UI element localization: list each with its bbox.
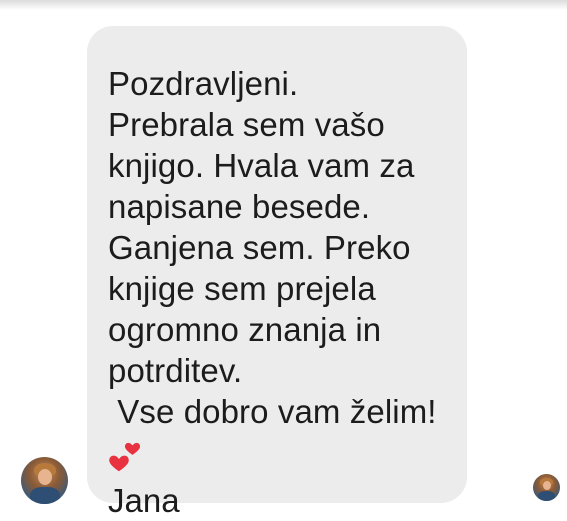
message-line: Pozdravljeni. [108,65,299,102]
message-bubble[interactable]: Pozdravljeni. Prebrala sem vašo knjigo. … [87,26,467,519]
chat-screen: Pozdravljeni. Prebrala sem vašo knjigo. … [0,0,567,521]
sender-avatar[interactable] [21,457,68,504]
top-bar-shadow [0,0,567,10]
message-line: potrditev. [108,352,243,389]
message-line: napisane besede. [108,188,371,225]
message-signature: Jana [108,482,180,519]
heart-icon [109,455,129,472]
message-line: Prebrala sem vašo [108,106,385,143]
message-line: knjige sem prejela [108,270,376,307]
message-line: ogromno znanja in [108,311,382,348]
read-receipt-avatar [533,474,560,501]
two-hearts-icon [108,440,152,480]
message-line: Ganjena sem. Preko [108,229,411,266]
message-line: Vse dobro vam želim! [108,393,437,430]
message-line: knjigo. Hvala vam za [108,147,415,184]
